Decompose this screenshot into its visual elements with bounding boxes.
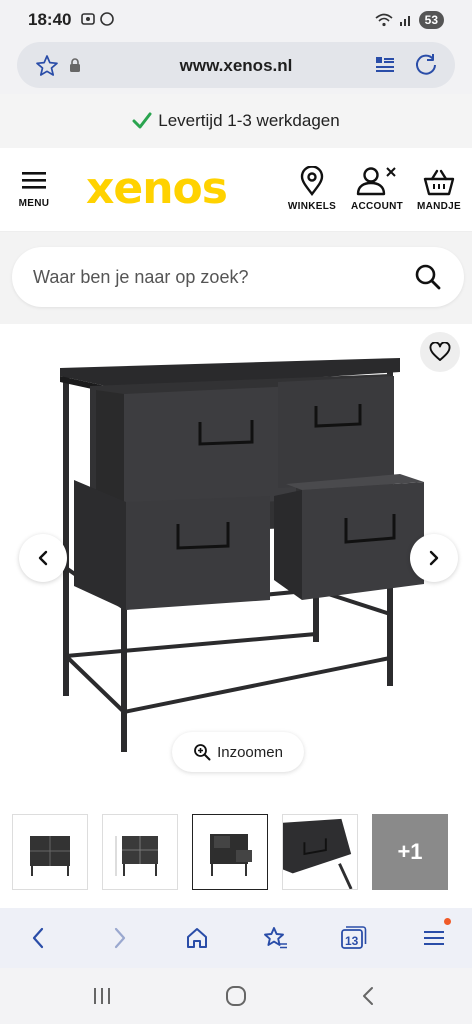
tab-count: 13 bbox=[345, 934, 359, 948]
signal-icon bbox=[399, 16, 410, 26]
battery-indicator: 53 bbox=[418, 11, 444, 29]
delivery-text: Levertijd 1-3 werkdagen bbox=[158, 111, 340, 130]
stores-button[interactable]: WINKELS bbox=[284, 166, 340, 212]
recent-apps-button[interactable] bbox=[88, 984, 116, 1008]
reader-mode-icon[interactable] bbox=[375, 55, 395, 80]
tabs-button[interactable]: 13 bbox=[338, 922, 370, 954]
search-icon[interactable] bbox=[414, 263, 442, 296]
search-area: Waar ben je naar op zoek? bbox=[0, 232, 472, 324]
thumbnail-2[interactable] bbox=[102, 814, 178, 890]
menu-button[interactable]: MENU bbox=[16, 170, 52, 209]
search-input[interactable]: Waar ben je naar op zoek? bbox=[12, 247, 464, 307]
zoom-button[interactable]: Inzoomen bbox=[172, 732, 304, 772]
home-icon bbox=[187, 928, 207, 948]
browser-menu-button[interactable] bbox=[418, 918, 451, 954]
hamburger-icon bbox=[22, 172, 46, 189]
thumbnail-more-label: +1 bbox=[397, 839, 423, 864]
heart-icon bbox=[429, 342, 451, 361]
recents-icon bbox=[94, 988, 110, 1004]
account-label: ACCOUNT bbox=[350, 201, 404, 212]
next-image-button[interactable] bbox=[410, 534, 458, 582]
cart-button[interactable]: MANDJE bbox=[412, 168, 466, 212]
zoom-label: Inzoomen bbox=[217, 743, 283, 761]
browser-toolbar: 13 bbox=[0, 908, 472, 968]
thumbnail-4[interactable] bbox=[282, 814, 358, 890]
back-nav-button[interactable] bbox=[354, 984, 382, 1008]
thumbnail-more[interactable]: +1 bbox=[372, 814, 448, 890]
back-button[interactable] bbox=[22, 922, 54, 954]
back-arrow-icon bbox=[32, 927, 44, 949]
site-header: MENU xenos WINKELS ACCOUNT MANDJE bbox=[0, 148, 472, 232]
thumbnail-strip: +1 bbox=[0, 804, 472, 908]
chevron-right-icon bbox=[429, 550, 439, 566]
home-button[interactable] bbox=[181, 922, 213, 954]
bookmarks-star-icon bbox=[264, 927, 287, 949]
search-placeholder: Waar ben je naar op zoek? bbox=[33, 267, 249, 287]
previous-image-button[interactable] bbox=[19, 534, 67, 582]
favorite-button[interactable] bbox=[420, 332, 460, 372]
thumbnail-3-selected[interactable] bbox=[192, 814, 268, 890]
thumbnail-1[interactable] bbox=[12, 814, 88, 890]
menu-icon bbox=[424, 931, 444, 945]
bookmarks-button[interactable] bbox=[259, 922, 291, 954]
notification-dot bbox=[444, 918, 451, 925]
account-button[interactable]: ACCOUNT bbox=[346, 166, 408, 212]
xenos-logo[interactable]: xenos bbox=[86, 164, 228, 214]
menu-label: MENU bbox=[18, 198, 50, 209]
home-nav-button[interactable] bbox=[222, 984, 250, 1008]
account-icon bbox=[356, 167, 396, 196]
forward-arrow-icon bbox=[114, 927, 126, 949]
delivery-banner: Levertijd 1-3 werkdagen bbox=[0, 94, 472, 148]
address-bar[interactable]: www.xenos.nl bbox=[17, 42, 455, 88]
home-circle-icon bbox=[226, 986, 246, 1006]
zoom-in-icon bbox=[194, 744, 211, 761]
location-pin-icon bbox=[300, 166, 324, 196]
status-time: 18:40 bbox=[28, 10, 72, 29]
stores-label: WINKELS bbox=[287, 201, 337, 212]
notification-icons bbox=[81, 11, 117, 29]
forward-button[interactable] bbox=[104, 922, 136, 954]
back-chevron-icon bbox=[363, 987, 373, 1005]
system-navigation-bar bbox=[0, 968, 472, 1024]
wifi-icon bbox=[375, 13, 393, 27]
chevron-left-icon bbox=[38, 550, 48, 566]
check-icon bbox=[132, 112, 152, 129]
basket-icon bbox=[423, 169, 455, 196]
cart-label: MANDJE bbox=[416, 201, 462, 212]
product-gallery: Inzoomen bbox=[0, 324, 472, 804]
reload-icon[interactable] bbox=[413, 52, 439, 83]
status-bar: 18:40 53 bbox=[0, 0, 472, 40]
browser-address-area: www.xenos.nl bbox=[0, 40, 472, 94]
